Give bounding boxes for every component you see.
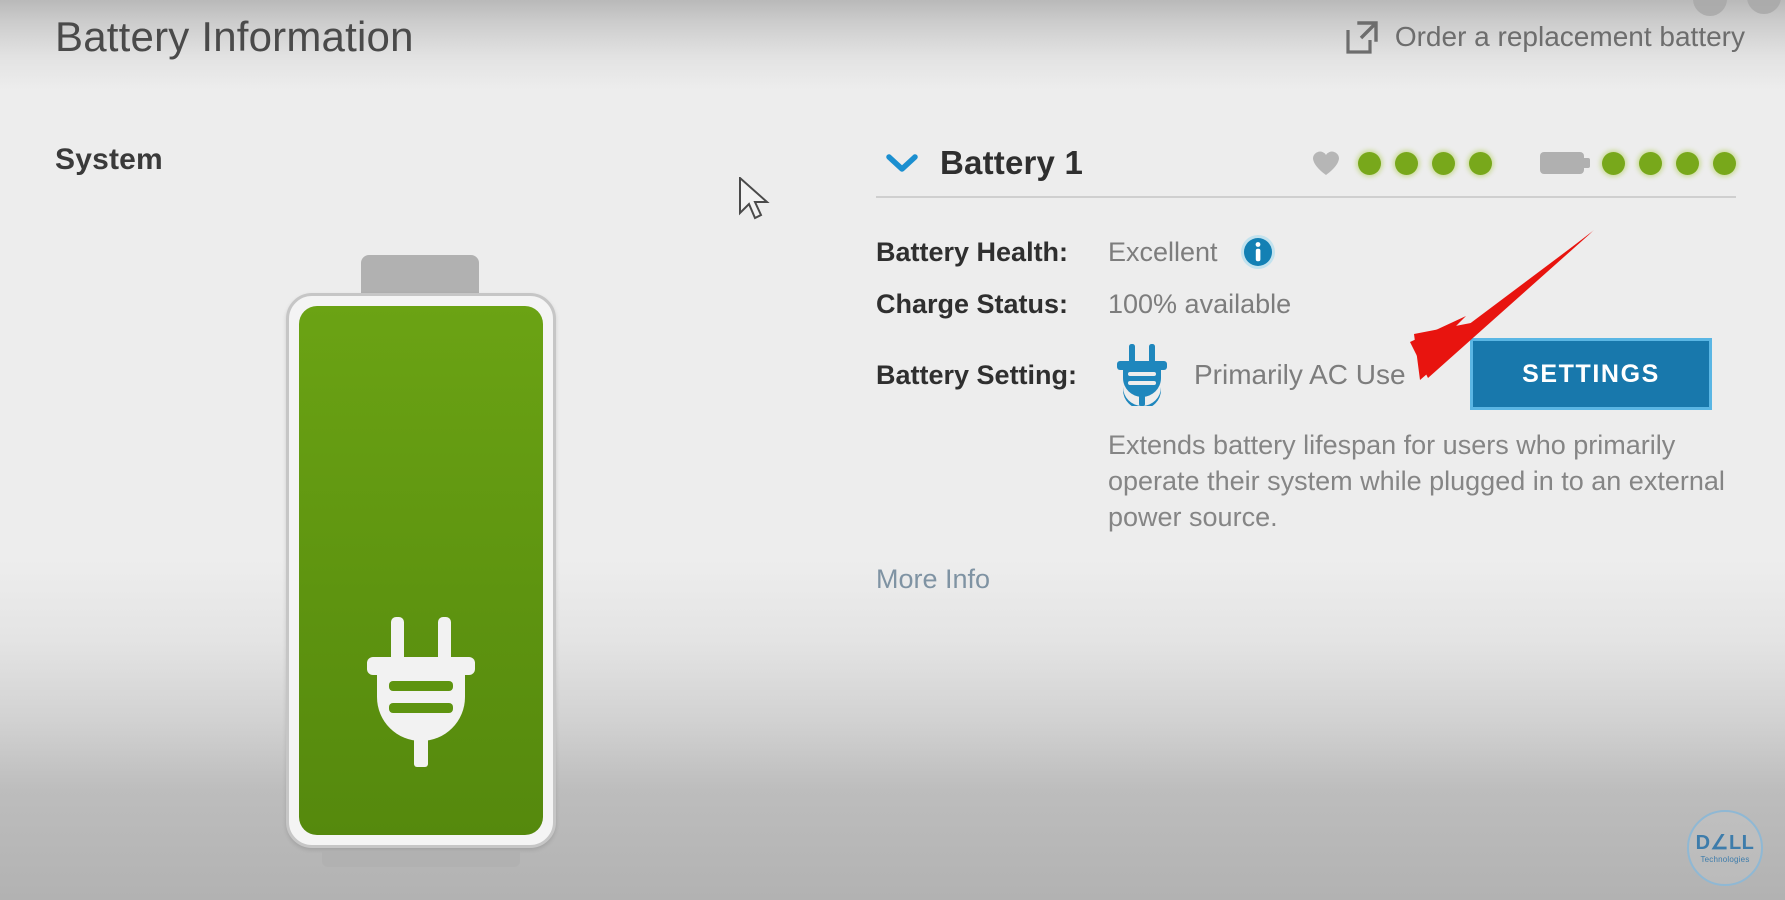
decorative-circle-1 <box>1693 0 1727 16</box>
settings-button[interactable]: SETTINGS <box>1470 338 1712 410</box>
battery-1-header-row[interactable]: Battery 1 <box>876 132 1736 194</box>
order-replacement-battery-label: Order a replacement battery <box>1394 21 1745 52</box>
page-header: Battery Information Order a replacement … <box>0 0 1785 92</box>
dell-wordmark: D∠LL <box>1695 831 1755 854</box>
health-dot <box>1432 151 1455 175</box>
battery-setting-label: Battery Setting: <box>876 359 1078 390</box>
battery-1-panel: Battery 1 Battery Health: Excellent Char… <box>876 132 1736 595</box>
health-dot <box>1395 151 1418 175</box>
chevron-down-icon[interactable] <box>884 151 920 175</box>
charge-dot <box>1639 151 1662 175</box>
external-link-icon <box>1343 18 1381 56</box>
dell-tagline: Technologies <box>1700 854 1750 864</box>
charge-status-row: Charge Status: 100% available <box>876 278 1736 330</box>
battery-full-charging-icon <box>286 255 556 867</box>
battery-health-label: Battery Health: <box>876 236 1069 267</box>
battery-charge-rating <box>1540 151 1736 175</box>
dell-technologies-logo: D∠LL Technologies <box>1687 810 1763 886</box>
battery-rating-indicators <box>1312 150 1736 176</box>
power-plug-icon <box>1116 344 1168 409</box>
battery-setting-value: Primarily AC Use <box>1194 359 1406 390</box>
charge-dot <box>1602 151 1625 175</box>
system-section-label: System <box>55 143 163 176</box>
page-title: Battery Information <box>55 13 414 60</box>
battery-health-rating <box>1312 150 1492 176</box>
battery-setting-description: Extends battery lifespan for users who p… <box>1108 430 1725 532</box>
info-icon[interactable] <box>1240 234 1276 270</box>
battery-icon <box>1540 152 1590 174</box>
order-replacement-battery-link[interactable]: Order a replacement battery <box>1343 18 1745 56</box>
power-plug-icon <box>361 617 481 767</box>
more-info-link[interactable]: More Info <box>876 564 990 595</box>
battery-health-value: Excellent <box>1108 236 1218 267</box>
battery-information-page: Battery Information Order a replacement … <box>0 0 1785 900</box>
decorative-circle-2 <box>1747 0 1781 14</box>
charge-status-label: Charge Status: <box>876 288 1069 319</box>
health-dot <box>1469 151 1492 175</box>
panel-divider <box>876 196 1736 198</box>
health-dot <box>1358 151 1381 175</box>
battery-health-row: Battery Health: Excellent <box>876 226 1736 278</box>
charge-dot <box>1676 151 1699 175</box>
battery-setting-row: Battery Setting: Primarily AC Use SETTIN… <box>876 336 1736 414</box>
mouse-cursor <box>738 175 772 225</box>
charge-dot <box>1713 151 1736 175</box>
battery-shell <box>286 293 556 848</box>
charge-status-value: 100% available <box>1108 288 1292 319</box>
battery-detail-rows: Battery Health: Excellent Charge Status:… <box>876 226 1736 595</box>
heart-icon <box>1312 150 1340 176</box>
battery-1-title: Battery 1 <box>940 144 1084 181</box>
battery-base <box>322 851 520 867</box>
